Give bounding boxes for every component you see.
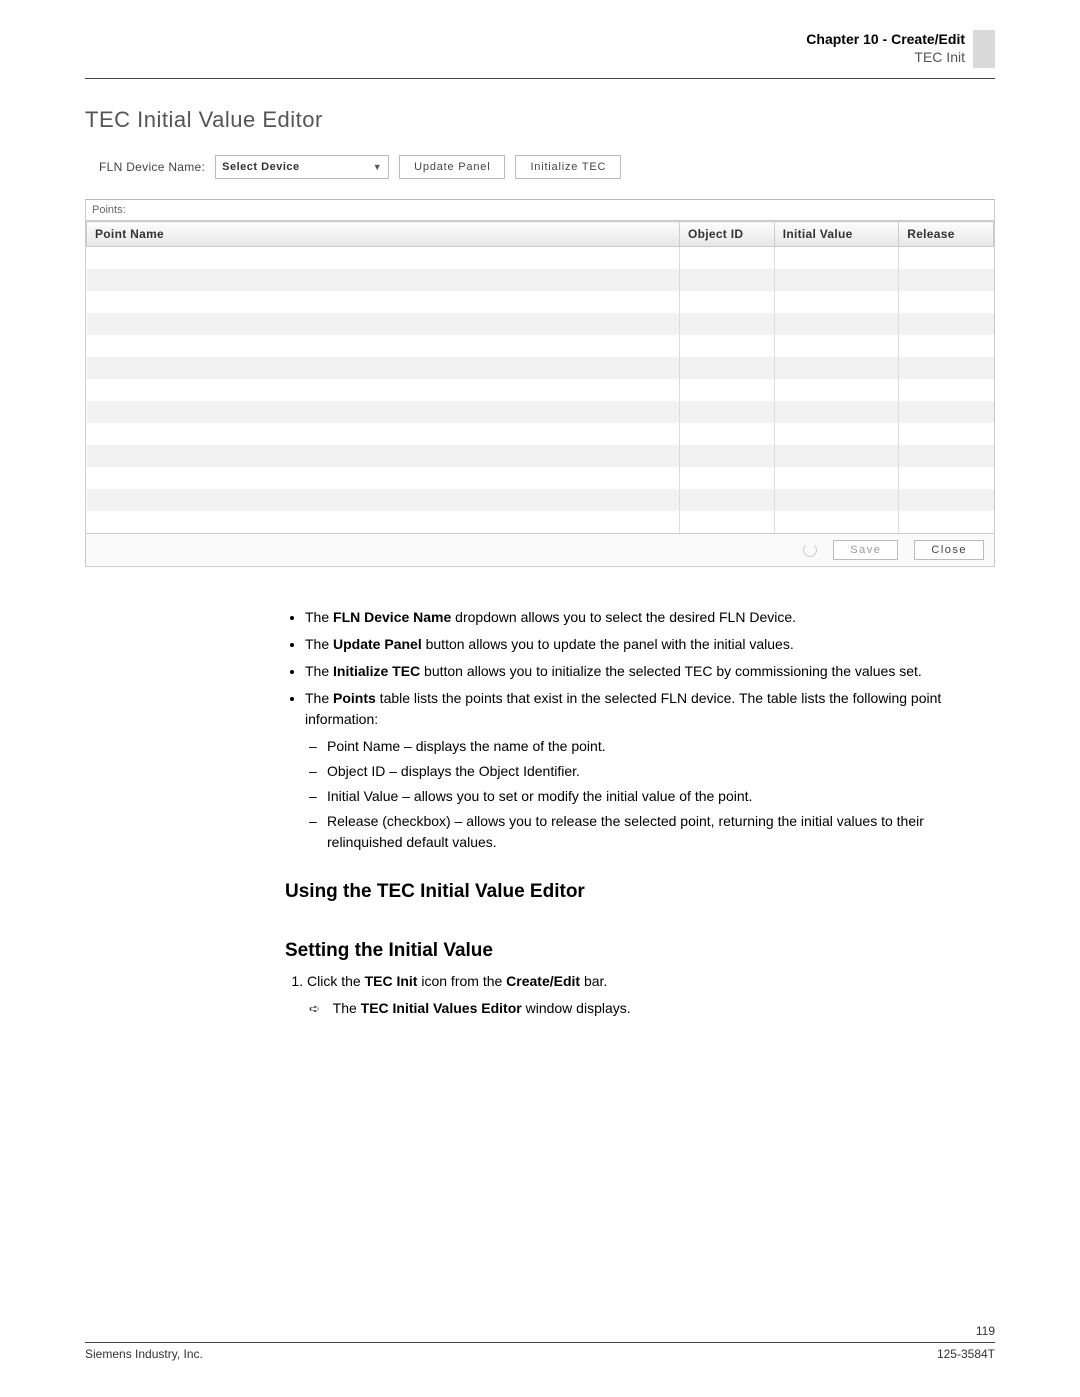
thumb-index-block (973, 30, 995, 68)
col-point-name[interactable]: Point Name (87, 222, 680, 247)
points-table: Point Name Object ID Initial Value Relea… (86, 221, 994, 533)
chapter-heading: Chapter 10 - Create/Edit TEC Init (806, 30, 965, 66)
list-item: The Update Panel button allows you to up… (305, 634, 995, 655)
table-row (87, 357, 994, 379)
table-row (87, 511, 994, 533)
save-button[interactable]: Save (833, 540, 898, 560)
list-item: Click the TEC Init icon from the Create/… (307, 971, 995, 1019)
page-header: Chapter 10 - Create/Edit TEC Init (85, 30, 995, 68)
table-row (87, 291, 994, 313)
table-row (87, 445, 994, 467)
tec-editor-screenshot: TEC Initial Value Editor FLN Device Name… (85, 107, 995, 567)
close-button[interactable]: Close (914, 540, 984, 560)
table-row (87, 247, 994, 270)
initialize-tec-button[interactable]: Initialize TEC (515, 155, 621, 179)
col-release[interactable]: Release (899, 222, 994, 247)
heading-using-editor: Using the TEC Initial Value Editor (285, 881, 995, 902)
chapter-section-text: TEC Init (806, 48, 965, 66)
table-row (87, 335, 994, 357)
col-initial-value[interactable]: Initial Value (774, 222, 899, 247)
table-row (87, 423, 994, 445)
page-footer: 119 Siemens Industry, Inc. 125-3584T (85, 1324, 995, 1361)
fln-device-select[interactable]: Select Device ▼ (215, 155, 389, 179)
busy-icon (803, 543, 817, 557)
points-footer: Save Close (86, 533, 994, 566)
page-number: 119 (85, 1324, 995, 1338)
list-item: Point Name – displays the name of the po… (327, 736, 995, 757)
footer-left: Siemens Industry, Inc. (85, 1347, 203, 1361)
list-item: Release (checkbox) – allows you to relea… (327, 811, 995, 853)
chapter-title-text: Chapter 10 - Create/Edit (806, 30, 965, 48)
table-row (87, 489, 994, 511)
points-caption: Points: (86, 200, 994, 221)
update-panel-button[interactable]: Update Panel (399, 155, 505, 179)
list-item: The TEC Initial Values Editor window dis… (329, 998, 995, 1019)
list-item: Initial Value – allows you to set or mod… (327, 786, 995, 807)
heading-setting-value: Setting the Initial Value (285, 940, 995, 961)
footer-right: 125-3584T (937, 1347, 995, 1361)
col-object-id[interactable]: Object ID (679, 222, 774, 247)
header-rule (85, 78, 995, 79)
list-item: The FLN Device Name dropdown allows you … (305, 607, 995, 628)
list-item: Object ID – displays the Object Identifi… (327, 761, 995, 782)
editor-toolbar: FLN Device Name: Select Device ▼ Update … (99, 155, 995, 179)
points-panel: Points: Point Name Object ID Initial Val… (85, 199, 995, 567)
table-row (87, 269, 994, 291)
doc-body: The FLN Device Name dropdown allows you … (285, 607, 995, 1019)
table-row (87, 401, 994, 423)
table-row (87, 379, 994, 401)
chevron-down-icon: ▼ (373, 162, 382, 172)
table-row (87, 467, 994, 489)
fln-device-label: FLN Device Name: (99, 160, 205, 174)
table-row (87, 313, 994, 335)
editor-title: TEC Initial Value Editor (85, 107, 995, 133)
list-item: The Initialize TEC button allows you to … (305, 661, 995, 682)
fln-device-selected-text: Select Device (222, 161, 299, 173)
list-item: The Points table lists the points that e… (305, 688, 995, 853)
